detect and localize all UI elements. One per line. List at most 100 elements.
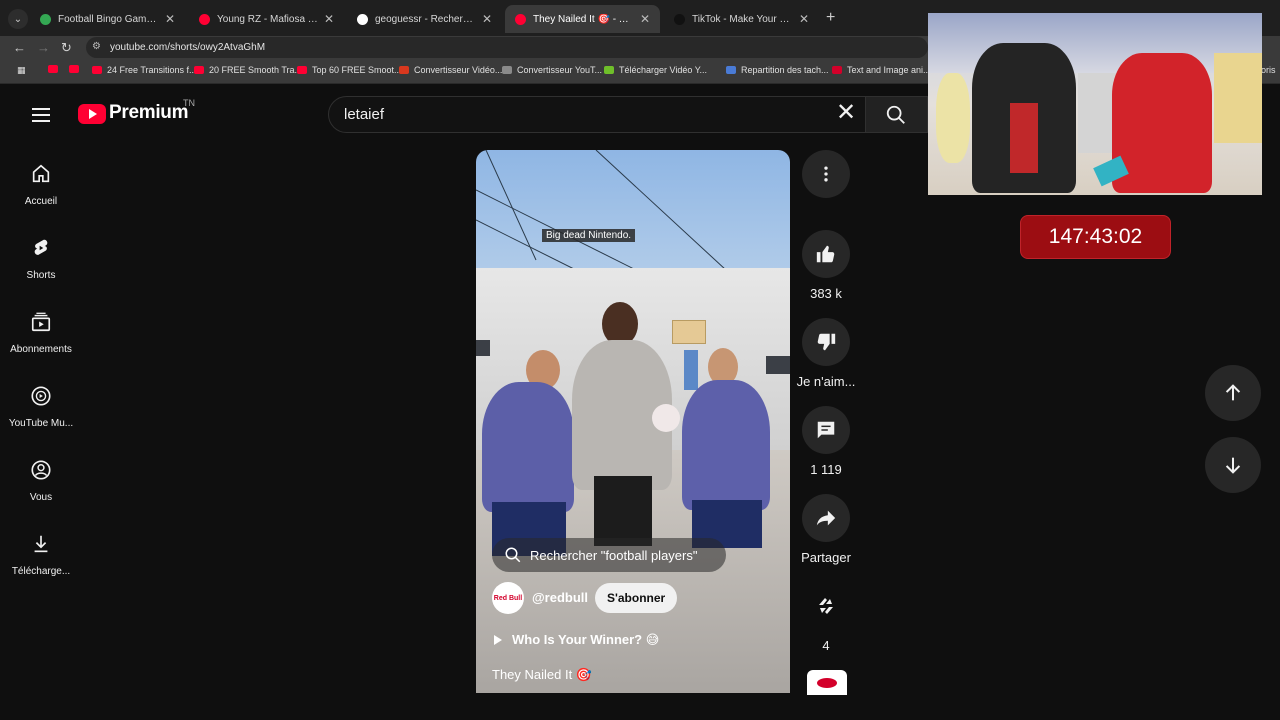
- thumbs-up-icon: [816, 245, 835, 263]
- comments-button[interactable]: 1 119: [802, 406, 850, 477]
- short-video-player[interactable]: Big dead Nintendo. Rechercher "football …: [476, 150, 790, 693]
- dislike-label: Je n'aim...: [796, 374, 856, 389]
- bookmark-favicon-icon: [297, 66, 307, 74]
- youtube-logo-text[interactable]: Premium: [109, 102, 189, 124]
- tab-favicon-icon: [515, 13, 526, 25]
- player-shirt: [682, 380, 770, 510]
- bookmark-item[interactable]: Télécharger Vidéo Y...: [604, 65, 707, 75]
- stream-timer: 147:43:02: [1020, 215, 1171, 259]
- bookmark-item[interactable]: Top 60 FREE Smoot...: [297, 65, 402, 75]
- bookmark-youtube-2-icon[interactable]: [69, 65, 84, 73]
- bookmark-label: Top 60 FREE Smoot...: [312, 65, 402, 75]
- tab-favicon-icon: [199, 13, 210, 25]
- nav-label: Télécharge...: [11, 566, 71, 577]
- shorts-icon: [34, 239, 48, 255]
- nav-item-shorts[interactable]: Shorts: [0, 237, 82, 283]
- menu-icon[interactable]: [32, 104, 50, 126]
- bookmark-favicon-icon: [92, 66, 102, 74]
- tab-favicon-icon: [674, 13, 685, 25]
- site-info-icon[interactable]: ⚙: [92, 41, 101, 52]
- close-tab-icon[interactable]: ✕: [640, 12, 650, 26]
- browser-tab[interactable]: Football Bingo Game - Play No ✕: [30, 5, 185, 33]
- bookmark-item[interactable]: Convertisseur Vidéo...: [399, 65, 502, 75]
- bookmark-item[interactable]: Convertisseur YouT...: [502, 65, 602, 75]
- region-code: TN: [183, 98, 195, 108]
- account-icon: [31, 460, 51, 480]
- more-options-button[interactable]: [802, 150, 850, 198]
- tab-search-button[interactable]: ⌄: [8, 9, 28, 29]
- nav-item-home[interactable]: Accueil: [0, 163, 82, 209]
- play-icon: [494, 635, 502, 645]
- nav-label: Vous: [29, 492, 53, 503]
- thumbs-down-icon: [817, 333, 836, 351]
- sound-avatar[interactable]: [807, 670, 847, 695]
- like-count: 383 k: [810, 286, 842, 301]
- new-tab-button[interactable]: +: [826, 9, 835, 27]
- reload-icon[interactable]: ↻: [61, 40, 72, 56]
- browser-tab[interactable]: They Nailed It 🎯 - YouTube ✕: [505, 5, 660, 33]
- remix-count: 4: [822, 638, 830, 653]
- subscribe-button[interactable]: S'abonner: [595, 583, 678, 613]
- youtube-logo-icon[interactable]: [78, 104, 106, 124]
- forward-icon[interactable]: →: [37, 40, 50, 55]
- wall-door: [684, 350, 698, 390]
- bookmark-item[interactable]: 24 Free Transitions f...: [92, 65, 197, 75]
- playlist-link[interactable]: Who Is Your Winner? 😅: [494, 632, 659, 648]
- bookmark-item[interactable]: Text and Image ani...: [832, 65, 931, 75]
- overhead-wires: [476, 150, 727, 280]
- bookmark-item[interactable]: 20 FREE Smooth Tra...: [194, 65, 302, 75]
- next-short-button[interactable]: [1205, 437, 1261, 493]
- nav-item-you[interactable]: Vous: [0, 459, 82, 505]
- chair-stripe: [1010, 103, 1038, 173]
- subscriptions-icon: [31, 312, 51, 332]
- video-title: They Nailed It 🎯: [492, 667, 593, 682]
- bookmark-favicon-icon: [726, 66, 736, 74]
- remix-button[interactable]: 4: [802, 582, 850, 653]
- back-icon[interactable]: ←: [13, 40, 26, 55]
- close-tab-icon[interactable]: ✕: [165, 12, 175, 26]
- browser-tab[interactable]: Young RZ - Mafiosa (Official M ✕: [189, 5, 344, 33]
- webcam-overlay: [928, 13, 1262, 195]
- search-suggestion-chip[interactable]: Rechercher "football players": [492, 538, 726, 572]
- bookmark-item[interactable]: Repartition des tach...: [726, 65, 829, 75]
- tab-favicon-icon: [40, 13, 51, 25]
- search-icon: [886, 105, 905, 124]
- tab-label: Football Bingo Game - Play No: [58, 13, 159, 25]
- nav-item-youtube-music[interactable]: YouTube Mu...: [0, 385, 82, 431]
- bookmark-label: Télécharger Vidéo Y...: [619, 65, 708, 75]
- red-bull-logo-icon: [817, 678, 837, 688]
- nav-item-subscriptions[interactable]: Abonnements: [0, 311, 82, 357]
- video-caption: Big dead Nintendo.: [542, 229, 636, 242]
- like-button[interactable]: 383 k: [802, 230, 850, 301]
- tab-label: geoguessr - Recherche Google: [375, 13, 476, 25]
- close-tab-icon[interactable]: ✕: [799, 12, 809, 26]
- apps-grid-icon[interactable]: ▦: [17, 65, 26, 76]
- bookmark-youtube-icon[interactable]: [48, 65, 63, 73]
- tab-label: They Nailed It 🎯 - YouTube: [533, 13, 634, 25]
- search-button[interactable]: [866, 96, 928, 133]
- bookmark-label: 20 FREE Smooth Tra...: [209, 65, 303, 75]
- channel-logo-text: Red Bull: [493, 594, 523, 602]
- browser-tab[interactable]: TikTok - Make Your Day ✕: [664, 5, 819, 33]
- nav-item-downloads[interactable]: Télécharge...: [0, 533, 82, 579]
- player-shirt: [482, 382, 574, 512]
- previous-short-button[interactable]: [1205, 365, 1261, 421]
- gaming-chair-black: [972, 43, 1076, 193]
- channel-name[interactable]: @redbull: [532, 590, 588, 605]
- channel-avatar[interactable]: Red Bull: [492, 582, 524, 614]
- wall-window: [476, 340, 490, 356]
- comment-icon: [817, 421, 835, 439]
- football: [652, 404, 680, 432]
- dislike-button[interactable]: Je n'aim...: [797, 318, 855, 389]
- player-shorts: [594, 476, 652, 546]
- close-tab-icon[interactable]: ✕: [482, 12, 492, 26]
- clear-search-icon[interactable]: ✕: [836, 101, 856, 125]
- nav-label: YouTube Mu...: [8, 418, 74, 429]
- share-button[interactable]: Partager: [801, 494, 851, 565]
- close-tab-icon[interactable]: ✕: [324, 12, 334, 26]
- search-input[interactable]: [328, 96, 866, 133]
- bookmark-favicon-icon: [399, 66, 409, 74]
- bookmark-label: Convertisseur YouT...: [517, 65, 603, 75]
- bookmark-favicon-icon: [502, 66, 512, 74]
- browser-tab[interactable]: geoguessr - Recherche Google ✕: [347, 5, 502, 33]
